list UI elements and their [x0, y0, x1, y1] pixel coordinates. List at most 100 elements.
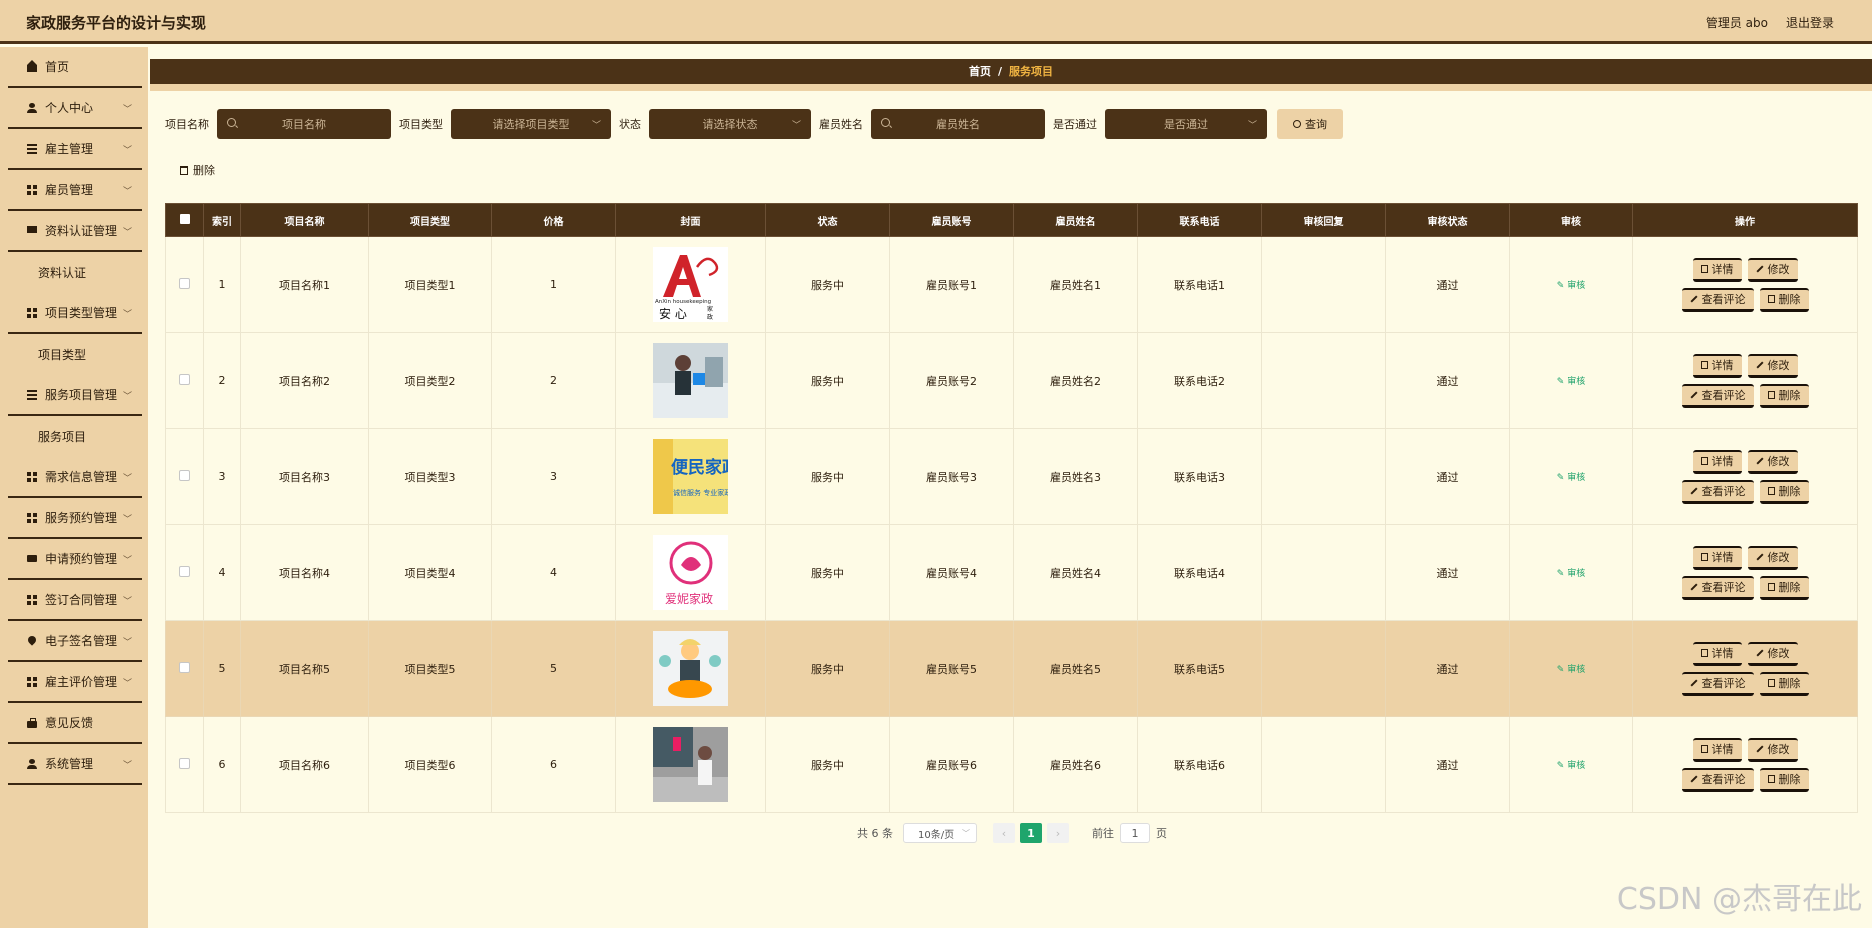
batch-delete-button[interactable]: 删除 [180, 162, 215, 178]
project-name-input[interactable]: 项目名称 [217, 109, 391, 139]
row-checkbox-cell[interactable] [165, 428, 204, 525]
project-type-select[interactable]: 请选择项目类型 ﹀ [451, 109, 611, 139]
edit-button[interactable]: 修改 [1747, 641, 1798, 666]
table-icon [27, 307, 37, 318]
delete-button[interactable]: 删除 [1759, 479, 1809, 504]
row-checkbox[interactable] [179, 565, 190, 577]
prev-page-button[interactable]: ‹ [993, 823, 1015, 843]
employee-name-input[interactable]: 雇员姓名 [871, 109, 1045, 139]
cover-image[interactable] [653, 343, 728, 418]
edit-button[interactable]: 修改 [1747, 353, 1798, 378]
next-page-button[interactable]: › [1047, 823, 1069, 843]
document-icon [1700, 649, 1708, 657]
edit-button[interactable]: 修改 [1747, 257, 1798, 282]
sidebar-item[interactable]: 项目类型管理 ﹀ [8, 293, 142, 334]
header-user-area: 管理员 abo 退出登录 [1706, 14, 1834, 31]
phone-cell: 联系电话5 [1137, 620, 1262, 717]
view-reviews-button[interactable]: 查看评论 [1681, 575, 1754, 600]
audit-link[interactable]: ✎ 审核 [1557, 377, 1585, 387]
cover-cell [615, 620, 766, 717]
page-number-current[interactable]: 1 [1020, 823, 1042, 843]
goto-page-input[interactable]: 1 [1120, 823, 1150, 843]
audit-link[interactable]: ✎ 审核 [1557, 665, 1585, 675]
audit-link[interactable]: ✎ 审核 [1557, 281, 1585, 291]
sidebar-subitem[interactable]: 资料认证 [8, 252, 142, 293]
detail-button[interactable]: 详情 [1692, 737, 1742, 762]
delete-button[interactable]: 删除 [1759, 383, 1809, 408]
detail-button[interactable]: 详情 [1692, 449, 1742, 474]
select-all-checkbox[interactable] [165, 203, 204, 237]
view-reviews-button-label: 查看评论 [1701, 773, 1746, 786]
page-size-select[interactable]: 10条/页 ﹀ [903, 823, 977, 843]
delete-button[interactable]: 删除 [1759, 575, 1809, 600]
edit-button[interactable]: 修改 [1747, 449, 1798, 474]
edit-button[interactable]: 修改 [1747, 545, 1798, 570]
row-checkbox[interactable] [179, 469, 190, 481]
trash-icon [1767, 391, 1775, 399]
delete-button[interactable]: 删除 [1759, 671, 1809, 696]
row-checkbox[interactable] [179, 661, 190, 673]
query-button[interactable]: 查询 [1277, 109, 1343, 139]
passed-select[interactable]: 是否通过 ﹀ [1105, 109, 1267, 139]
cover-image[interactable]: AnXin housekeeping 安 心 家政 [653, 247, 728, 322]
row-checkbox-cell[interactable] [165, 332, 204, 429]
project-name-cell: 项目名称1 [240, 236, 369, 333]
row-checkbox-cell[interactable] [165, 620, 204, 717]
sidebar-item[interactable]: 雇主评价管理 ﹀ [8, 662, 142, 703]
logout-link[interactable]: 退出登录 [1786, 14, 1834, 31]
row-checkbox-cell[interactable] [165, 236, 204, 333]
edit-icon [1689, 679, 1698, 687]
detail-button[interactable]: 详情 [1692, 641, 1742, 666]
audit-link[interactable]: ✎ 审核 [1557, 761, 1585, 771]
current-user-label[interactable]: 管理员 abo [1706, 14, 1768, 31]
sidebar-item[interactable]: 申请预约管理 ﹀ [8, 539, 142, 580]
sidebar-item[interactable]: 需求信息管理 ﹀ [8, 457, 142, 498]
project-name-cell: 项目名称2 [240, 332, 369, 429]
detail-button[interactable]: 详情 [1692, 545, 1742, 570]
phone-cell: 联系电话1 [1137, 236, 1262, 333]
delete-button[interactable]: 删除 [1759, 767, 1809, 792]
row-checkbox[interactable] [179, 373, 190, 385]
status-select[interactable]: 请选择状态 ﹀ [649, 109, 811, 139]
price-cell: 3 [491, 428, 616, 525]
sidebar-item[interactable]: 个人中心 ﹀ [8, 88, 142, 129]
view-reviews-button[interactable]: 查看评论 [1681, 287, 1754, 312]
sidebar-item[interactable]: 雇主管理 ﹀ [8, 129, 142, 170]
sidebar-item[interactable]: 首页 [8, 47, 142, 88]
view-reviews-button[interactable]: 查看评论 [1681, 767, 1754, 792]
sidebar-subitem[interactable]: 项目类型 [8, 334, 142, 375]
view-reviews-button[interactable]: 查看评论 [1681, 479, 1754, 504]
audit-status-cell: 通过 [1385, 524, 1510, 621]
edit-button[interactable]: 修改 [1747, 737, 1798, 762]
audit-status-cell: 通过 [1385, 620, 1510, 717]
sidebar-item[interactable]: 雇员管理 ﹀ [8, 170, 142, 211]
detail-button[interactable]: 详情 [1692, 353, 1742, 378]
detail-button[interactable]: 详情 [1692, 257, 1742, 282]
delete-button-label: 删除 [1778, 389, 1801, 402]
cover-image[interactable] [653, 727, 728, 802]
sidebar-item[interactable]: 电子签名管理 ﹀ [8, 621, 142, 662]
sidebar-item[interactable]: 服务预约管理 ﹀ [8, 498, 142, 539]
cover-image[interactable] [653, 631, 728, 706]
sidebar-item[interactable]: 资料认证管理 ﹀ [8, 211, 142, 252]
cover-image[interactable]: 便民家政诚信服务 专业家政 [653, 439, 728, 514]
row-checkbox[interactable] [179, 757, 190, 769]
row-checkbox[interactable] [179, 277, 190, 289]
sidebar-item[interactable]: 意见反馈 [8, 703, 142, 744]
view-reviews-button[interactable]: 查看评论 [1681, 383, 1754, 408]
row-checkbox-cell[interactable] [165, 716, 204, 813]
delete-button[interactable]: 删除 [1759, 287, 1809, 312]
sidebar-item[interactable]: 服务项目管理 ﹀ [8, 375, 142, 416]
cover-image[interactable]: 爱妮家政 [653, 535, 728, 610]
edit-icon: ✎ [1556, 473, 1568, 483]
project-type-cell: 项目类型2 [368, 332, 492, 429]
audit-link[interactable]: ✎ 审核 [1557, 569, 1585, 579]
row-checkbox-cell[interactable] [165, 524, 204, 621]
view-reviews-button[interactable]: 查看评论 [1681, 671, 1754, 696]
sidebar-item[interactable]: 系统管理 ﹀ [8, 744, 142, 785]
sidebar-item[interactable]: 签订合同管理 ﹀ [8, 580, 142, 621]
detail-button-label: 详情 [1711, 455, 1734, 468]
breadcrumb-home[interactable]: 首页 [969, 65, 991, 78]
audit-link[interactable]: ✎ 审核 [1557, 473, 1585, 483]
sidebar-subitem[interactable]: 服务项目 [8, 416, 142, 457]
